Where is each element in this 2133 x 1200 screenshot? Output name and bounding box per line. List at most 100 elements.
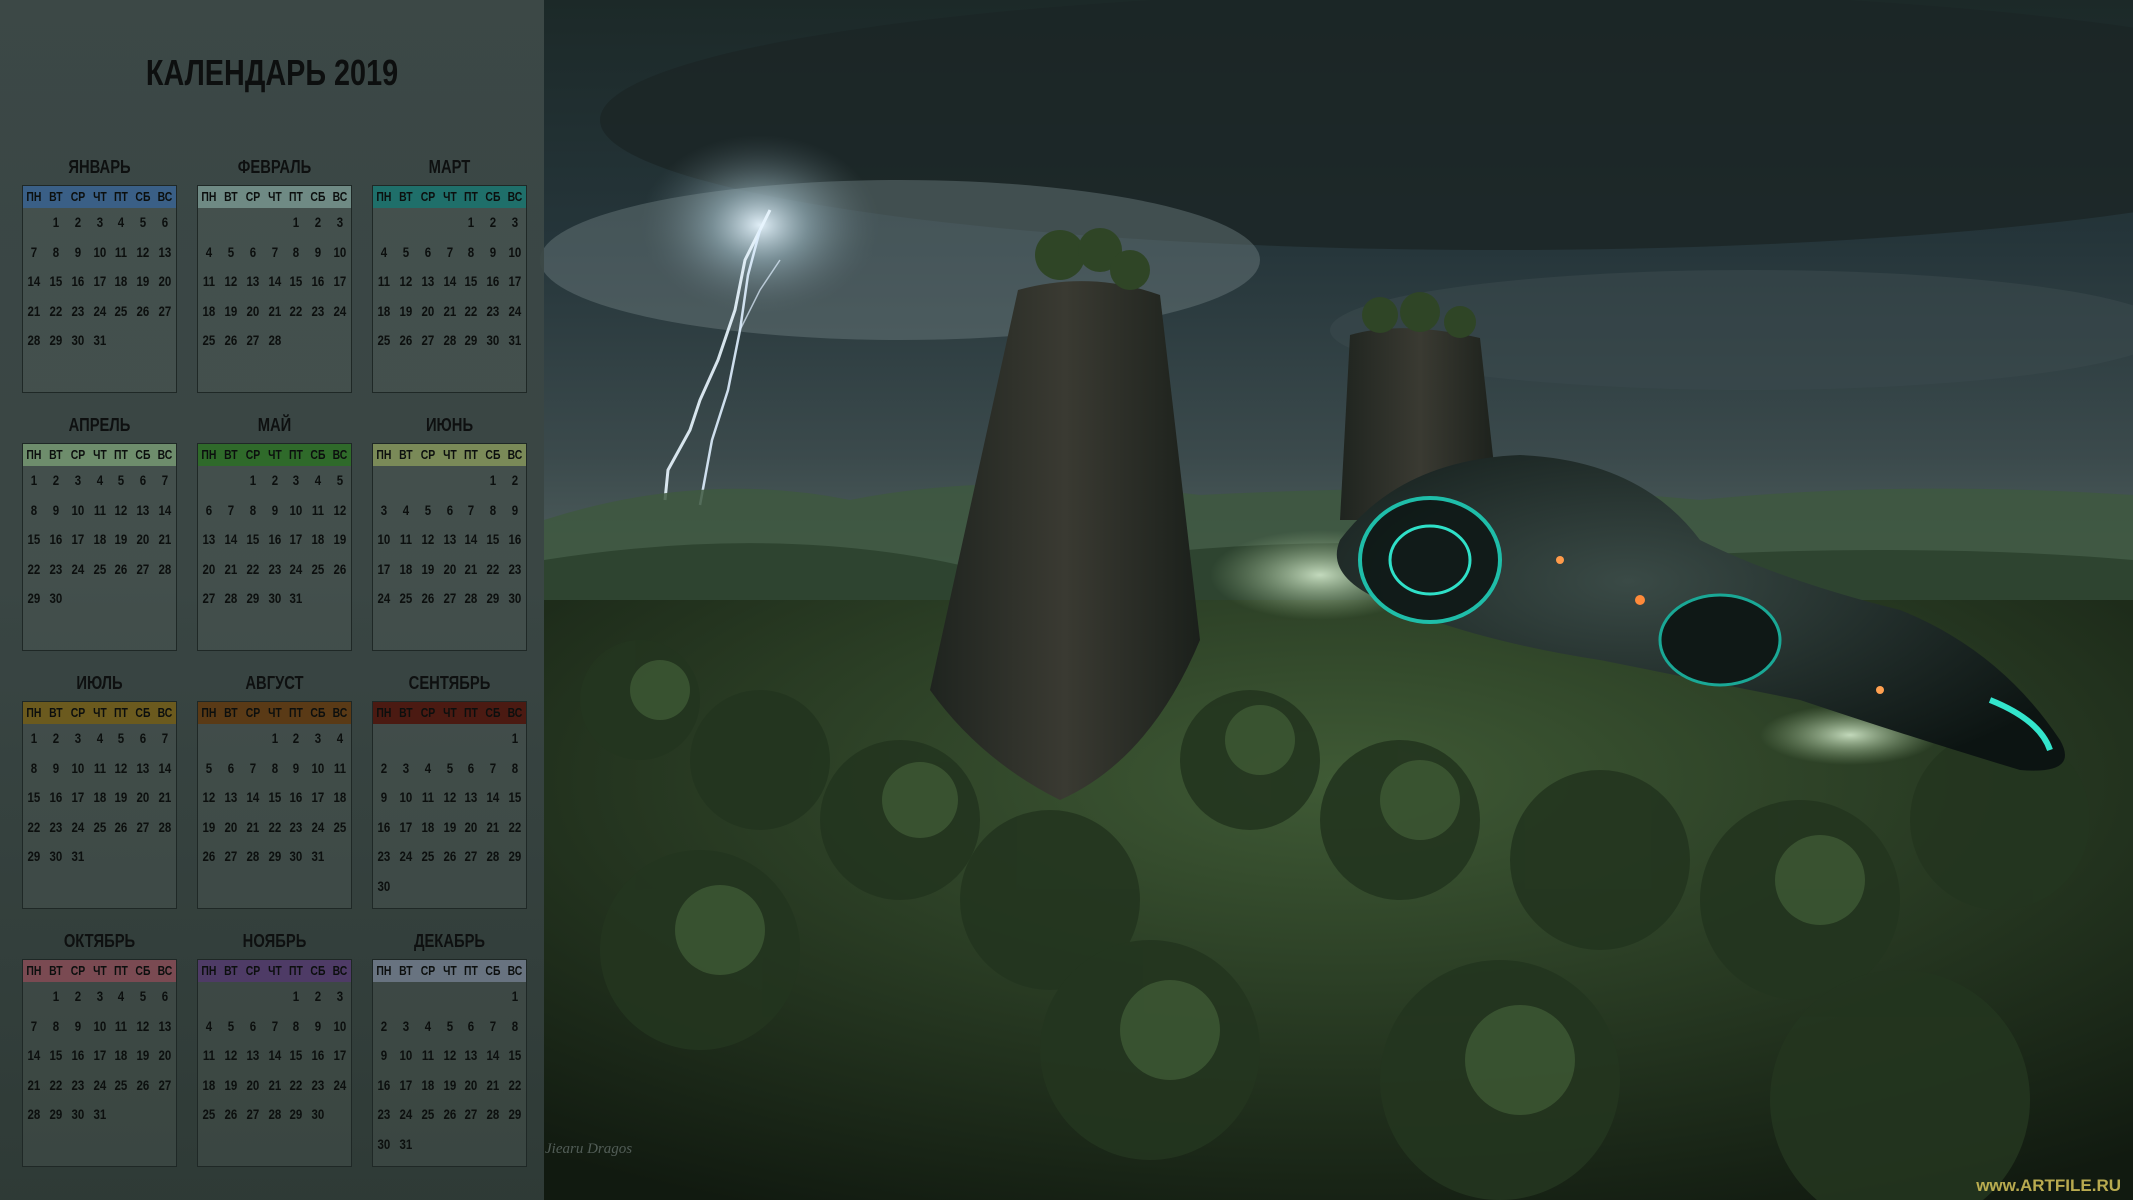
day-number: 4: [205, 243, 213, 260]
day-number: 18: [377, 302, 391, 319]
day-number: 21: [443, 302, 456, 319]
day-number: 6: [468, 1017, 475, 1034]
day-number: 17: [508, 273, 522, 290]
weekday-label: ПТ: [114, 963, 129, 978]
weekday-label: СБ: [135, 189, 151, 204]
month-grid: ПН ВТ СР ЧТ ПТ СБ ВС 1 2 3 4 5 6 7 8 9 10 11 12 13 14 15 16 17 1…: [22, 959, 177, 1167]
month-grid: ПН ВТ СР ЧТ ПТ СБ ВС 1 2 3 4 5 6 7 8 9 10 11 12 13 14 15 16 17 1…: [372, 443, 527, 651]
day-number: 10: [399, 789, 413, 806]
day-number: 30: [49, 590, 63, 607]
day-number: 28: [268, 1106, 281, 1123]
empty-day: [441, 466, 459, 496]
day-number: 4: [424, 759, 431, 776]
day-number: 21: [158, 789, 172, 806]
weekday-label: ВС: [507, 447, 523, 462]
day-number: 10: [377, 531, 391, 548]
weekday-label: СБ: [485, 705, 501, 720]
day-number: 21: [268, 1076, 281, 1093]
day-number: 15: [508, 1047, 522, 1064]
day-number: 3: [96, 214, 103, 230]
day-number: 4: [96, 472, 103, 488]
day-number: 30: [508, 590, 522, 607]
day-number: 25: [421, 1106, 435, 1123]
day-number: 19: [443, 1076, 456, 1093]
day-number: 9: [380, 1047, 388, 1064]
day-number: 14: [158, 501, 172, 518]
day-number: 10: [311, 759, 325, 776]
weekday-label: ВТ: [49, 705, 63, 720]
day-number: 5: [140, 214, 147, 230]
day-number: 17: [399, 1076, 413, 1093]
day-number: 6: [249, 243, 256, 260]
day-number: 14: [443, 273, 456, 290]
day-number: 20: [158, 273, 172, 290]
weekday-label: ВС: [157, 189, 173, 204]
weekday-label: СР: [70, 447, 85, 462]
day-number: 21: [486, 818, 500, 835]
day-number: 29: [246, 590, 260, 607]
day-number: 26: [443, 848, 456, 865]
day-number: 16: [49, 531, 63, 548]
empty-day: [397, 208, 415, 238]
day-number: 12: [136, 243, 150, 260]
day-number: 23: [486, 302, 500, 319]
day-number: 10: [508, 243, 522, 260]
weekday-label: ВТ: [399, 705, 413, 720]
day-number: 2: [315, 988, 322, 1004]
empty-day: [441, 724, 459, 754]
day-number: 10: [71, 501, 85, 518]
month-name: ДЕКАБРЬ: [413, 931, 486, 951]
weekday-label: ПН: [26, 189, 42, 204]
day-number: 10: [93, 1017, 106, 1034]
weekday-label: ЧТ: [442, 189, 457, 204]
weekday-label: ПТ: [289, 447, 304, 462]
weekday-label: ПН: [376, 705, 392, 720]
day-number: 30: [71, 1106, 85, 1123]
day-number: 20: [202, 560, 216, 577]
day-number: 25: [114, 1076, 128, 1093]
day-number: 22: [27, 560, 41, 577]
weekday-label: СР: [70, 189, 85, 204]
empty-day: [200, 466, 218, 496]
day-number: 13: [158, 243, 172, 260]
day-number: 29: [49, 332, 63, 349]
empty-day: [25, 982, 43, 1012]
day-number: 12: [443, 789, 456, 806]
weekday-label: СР: [70, 705, 85, 720]
day-number: 28: [246, 848, 260, 865]
weekday-label: ВС: [332, 963, 348, 978]
artist-signature: Jiearu Dragos: [545, 1141, 633, 1157]
weekday-header: ПН ВТ СР ЧТ ПТ СБ ВС: [373, 444, 526, 466]
month-name: ФЕВРАЛЬ: [237, 157, 312, 177]
day-number: 16: [486, 273, 500, 290]
weekday-label: ВТ: [224, 705, 238, 720]
month-grid: ПН ВТ СР ЧТ ПТ СБ ВС 1 2 3 4 5 6 7 8 9 10 11 12 13 14 15 16 17 1…: [372, 959, 527, 1167]
day-number: 12: [443, 1047, 456, 1064]
weekday-label: СБ: [310, 963, 326, 978]
day-number: 7: [30, 243, 38, 260]
day-number: 6: [446, 501, 453, 518]
day-number: 12: [114, 501, 128, 518]
day-number: 6: [161, 988, 169, 1004]
day-number: 29: [289, 1106, 303, 1123]
day-number: 2: [74, 214, 81, 230]
day-number: 9: [315, 1017, 322, 1034]
day-number: 31: [311, 848, 325, 865]
day-number: 22: [486, 560, 500, 577]
day-number: 29: [508, 1106, 522, 1123]
day-number: 4: [380, 243, 388, 260]
day-number: 17: [311, 789, 325, 806]
day-number: 18: [311, 531, 325, 548]
weekday-header: ПН ВТ СР ЧТ ПТ СБ ВС: [373, 186, 526, 208]
day-number: 16: [311, 273, 325, 290]
day-number: 11: [399, 531, 412, 548]
weekday-header: ПН ВТ СР ЧТ ПТ СБ ВС: [373, 960, 526, 982]
day-number: 25: [93, 560, 106, 577]
day-number: 30: [486, 332, 500, 349]
weekday-label: ПН: [26, 963, 42, 978]
day-number: 11: [93, 501, 106, 518]
day-number: 2: [380, 759, 388, 776]
day-number: 4: [315, 472, 322, 488]
weekday-label: ВТ: [399, 189, 413, 204]
day-number: 5: [118, 472, 125, 488]
